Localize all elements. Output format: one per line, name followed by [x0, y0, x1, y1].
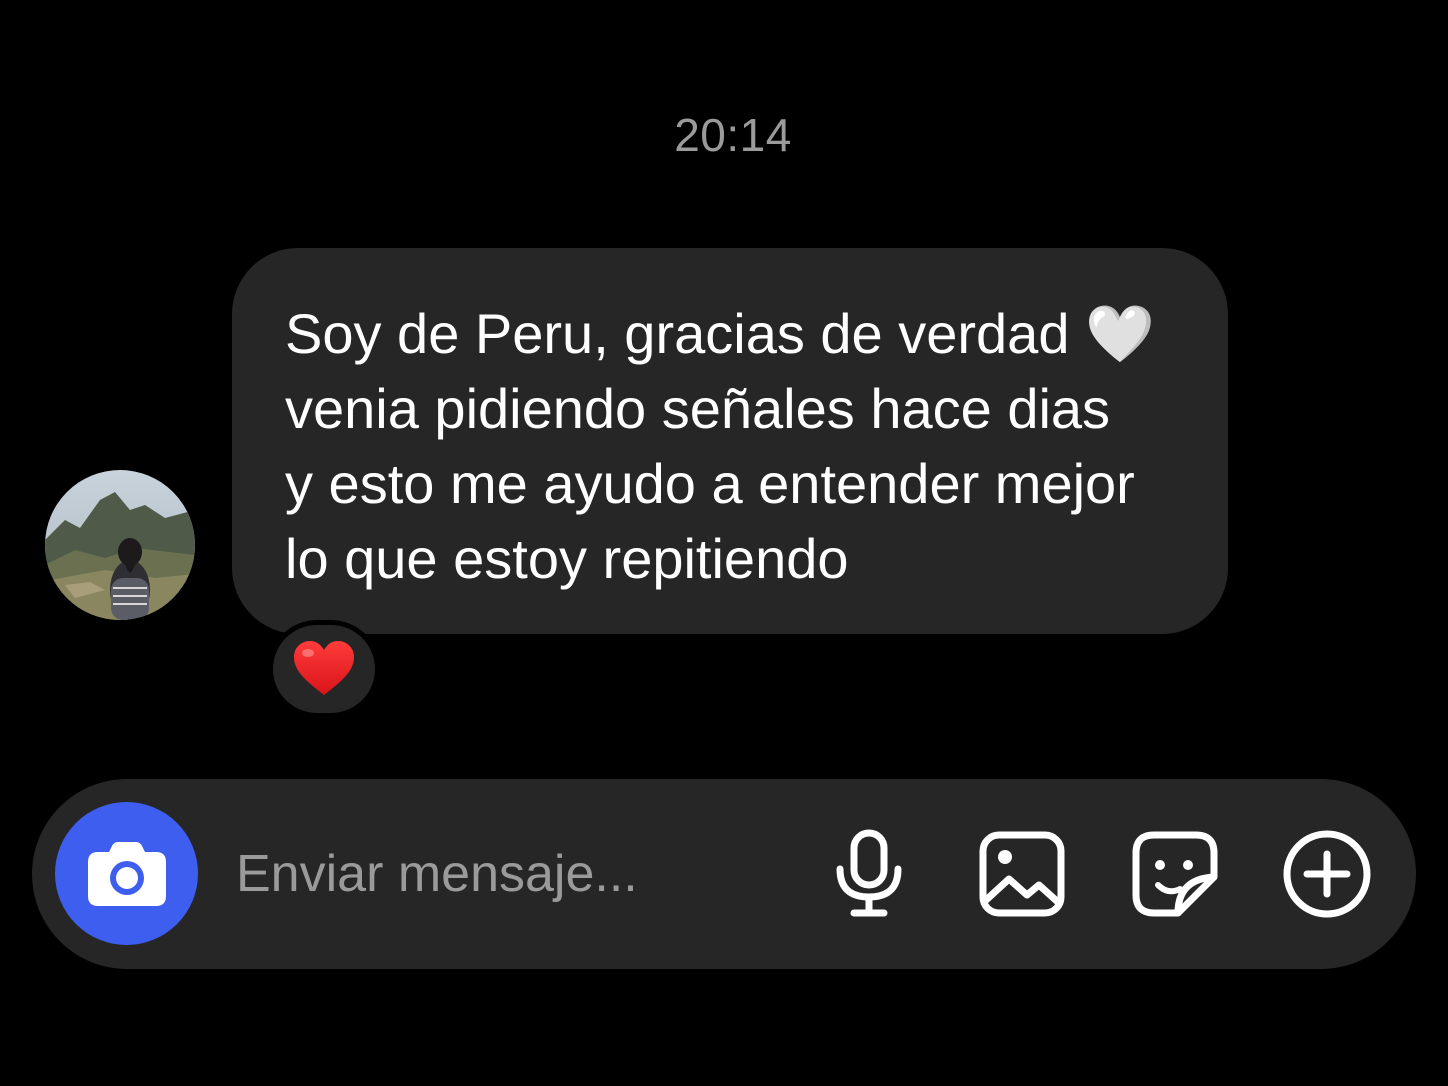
sender-avatar[interactable]: [45, 470, 195, 620]
microphone-icon: [836, 829, 902, 917]
red-heart-icon: [294, 641, 354, 695]
message-input[interactable]: [236, 834, 796, 914]
heart-reaction-badge[interactable]: [268, 620, 380, 718]
sticker-button[interactable]: [1128, 827, 1222, 921]
message-text: Soy de Peru, gracias de verdad 🤍 venia p…: [285, 302, 1155, 590]
sticker-icon: [1132, 831, 1218, 917]
camera-icon: [87, 841, 166, 906]
message-composer: [32, 779, 1416, 969]
camera-button[interactable]: [55, 802, 198, 945]
avatar-photo: [45, 470, 195, 620]
plus-icon: [1283, 830, 1371, 918]
message-timestamp: 20:14: [674, 109, 792, 161]
gallery-button[interactable]: [975, 827, 1069, 921]
gallery-icon: [979, 831, 1065, 917]
voice-message-button[interactable]: [822, 827, 916, 921]
received-message-bubble[interactable]: Soy de Peru, gracias de verdad 🤍 venia p…: [232, 248, 1228, 634]
more-options-button[interactable]: [1280, 827, 1374, 921]
